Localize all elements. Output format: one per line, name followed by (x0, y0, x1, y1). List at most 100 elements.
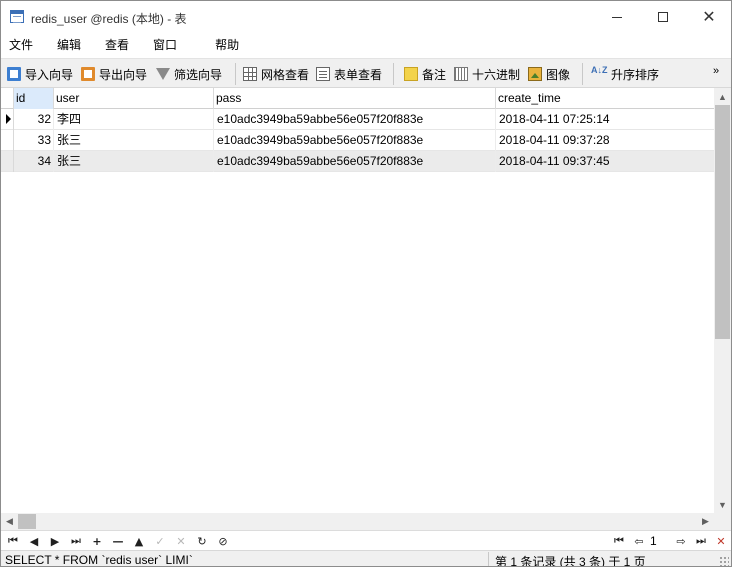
cell-id[interactable]: 32 (14, 109, 54, 130)
cell-user[interactable]: 张三 (54, 130, 214, 151)
minus-icon: — (112, 534, 124, 548)
next-page-button[interactable]: ⇨ (672, 532, 690, 550)
menu-view[interactable]: 查看 (98, 33, 136, 57)
filter-wizard-label: 筛选向导 (174, 67, 223, 82)
cell-create-time[interactable]: 2018-04-11 09:37:45 (496, 151, 714, 172)
scroll-down-button[interactable]: ▼ (714, 496, 731, 513)
apply-changes-button[interactable]: ✓ (151, 532, 169, 550)
column-header-user[interactable]: user (54, 88, 214, 109)
refresh-button[interactable]: ↻ (193, 532, 211, 550)
vertical-scroll-thumb[interactable] (715, 105, 730, 339)
cell-pass[interactable]: e10adc3949ba59abbe56e057f20f883e (214, 130, 496, 151)
cell-id[interactable]: 34 (14, 151, 54, 172)
first-page-button[interactable]: ⏮ (610, 532, 628, 550)
page-number-input[interactable] (648, 533, 670, 549)
row-indicator[interactable] (1, 109, 14, 130)
status-bar: SELECT * FROM `redis user` LIMI` 第 1 条记录… (1, 550, 731, 567)
filter-wizard-button[interactable]: 筛选向导 (156, 64, 222, 84)
hex-icon (454, 67, 468, 81)
close-button[interactable]: ✕ (686, 1, 731, 33)
maximize-icon (658, 12, 668, 22)
import-wizard-button[interactable]: 导入向导 (7, 64, 73, 84)
arrow-right-icon: ⇨ (676, 534, 686, 548)
edit-record-button[interactable]: ▲ (130, 532, 148, 550)
tools-icon: ✕ (716, 534, 726, 548)
hex-button[interactable]: 十六进制 (454, 64, 520, 84)
sort-ascending-button[interactable]: A↓Z 升序排序 (591, 64, 659, 84)
stop-button[interactable]: ⊘ (214, 532, 232, 550)
delete-record-button[interactable]: — (109, 532, 127, 550)
row-indicator[interactable] (1, 151, 14, 172)
column-header-id[interactable]: id (14, 88, 54, 109)
maximize-button[interactable] (640, 1, 686, 33)
scroll-left-button[interactable]: ◀ (1, 513, 18, 530)
menu-file[interactable]: 文件 (2, 33, 40, 57)
previous-page-button[interactable]: ⇦ (630, 532, 648, 550)
discard-changes-button[interactable]: ✕ (172, 532, 190, 550)
vertical-scrollbar[interactable]: ▲ ▼ (714, 88, 731, 513)
app-window: redis_user @redis (本地) - 表 ✕ 文件 编辑 查看 窗口… (0, 0, 732, 567)
sort-ascending-icon: A↓Z (591, 65, 608, 75)
limit-settings-button[interactable]: ✕ (712, 532, 730, 550)
export-wizard-button[interactable]: 导出向导 (81, 64, 147, 84)
table-icon (10, 10, 24, 23)
cell-user[interactable]: 李四 (54, 109, 214, 130)
cell-pass[interactable]: e10adc3949ba59abbe56e057f20f883e (214, 109, 496, 130)
last-record-button[interactable]: ⏭ (67, 532, 85, 550)
toolbar-separator (582, 63, 583, 85)
toolbar-separator (393, 63, 394, 85)
row-indicator[interactable] (1, 130, 14, 151)
menu-help[interactable]: 帮助 (208, 33, 246, 57)
check-icon: ✓ (155, 534, 165, 548)
current-row-arrow-icon (6, 114, 11, 124)
scroll-right-button[interactable]: ▶ (697, 513, 714, 530)
image-button[interactable]: 图像 (528, 64, 570, 84)
cell-create-time[interactable]: 2018-04-11 07:25:14 (496, 109, 714, 130)
import-icon (7, 67, 21, 81)
cell-create-time[interactable]: 2018-04-11 09:37:28 (496, 130, 714, 151)
chevron-left-icon: ◀ (6, 516, 13, 526)
minimize-button[interactable] (594, 1, 640, 33)
chevron-down-icon: ▼ (718, 499, 727, 510)
next-icon: ▶ (50, 534, 60, 548)
scrollbar-corner (714, 513, 731, 530)
cell-pass[interactable]: e10adc3949ba59abbe56e057f20f883e (214, 151, 496, 172)
horizontal-scrollbar[interactable]: ◀ ▶ (1, 513, 714, 530)
triangle-up-icon: ▲ (134, 534, 144, 548)
minimize-icon (612, 16, 622, 18)
menu-window[interactable]: 窗口 (146, 33, 184, 57)
stop-icon: ⊘ (218, 534, 228, 548)
table-row[interactable]: 32 李四 e10adc3949ba59abbe56e057f20f883e 2… (1, 109, 714, 130)
table-row[interactable]: 33 张三 e10adc3949ba59abbe56e057f20f883e 2… (1, 130, 714, 151)
previous-record-button[interactable]: ◀ (25, 532, 43, 550)
horizontal-scroll-thumb[interactable] (18, 514, 36, 529)
image-icon (528, 67, 542, 81)
cell-id[interactable]: 33 (14, 130, 54, 151)
add-record-button[interactable]: + (88, 532, 106, 550)
menu-edit[interactable]: 编辑 (50, 33, 88, 57)
column-header-pass[interactable]: pass (214, 88, 496, 109)
data-grid[interactable]: id user pass create_time 32 李四 e10adc394… (1, 88, 714, 513)
skip-first-icon: ⏮ (8, 534, 18, 547)
grid-header: id user pass create_time (1, 88, 714, 109)
status-record-count: 第 1 条记录 (共 3 条) 于 1 页 (495, 555, 646, 567)
first-record-button[interactable]: ⏮ (4, 532, 22, 550)
title-bar: redis_user @redis (本地) - 表 ✕ (1, 1, 731, 33)
filter-icon (156, 68, 170, 80)
refresh-icon: ↻ (197, 534, 207, 548)
record-navigator: ⏮ ◀ ▶ ⏭ + — ▲ ✓ ✕ ↻ ⊘ ⏮ ⇦ ⇨ ⏭ ✕ (1, 530, 731, 550)
toolbar-overflow-button[interactable]: » (713, 61, 719, 81)
form-icon (316, 67, 330, 81)
grid-view-button[interactable]: 网格查看 (243, 64, 309, 84)
hex-label: 十六进制 (472, 67, 521, 82)
resize-grip-icon[interactable] (719, 556, 729, 566)
cell-user[interactable]: 张三 (54, 151, 214, 172)
table-row[interactable]: 34 张三 e10adc3949ba59abbe56e057f20f883e 2… (1, 151, 714, 172)
last-page-button[interactable]: ⏭ (692, 532, 710, 550)
column-header-create-time[interactable]: create_time (496, 88, 714, 109)
scroll-up-button[interactable]: ▲ (714, 88, 731, 105)
grid-view-label: 网格查看 (261, 67, 310, 82)
memo-button[interactable]: 备注 (404, 64, 446, 84)
next-record-button[interactable]: ▶ (46, 532, 64, 550)
form-view-button[interactable]: 表单查看 (316, 64, 382, 84)
